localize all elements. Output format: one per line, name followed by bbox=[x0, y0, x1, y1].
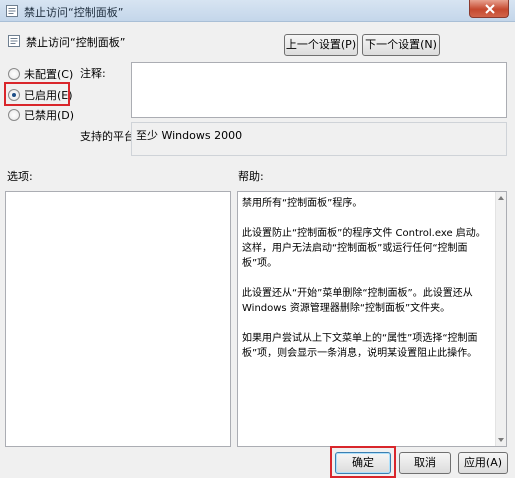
apply-button[interactable]: 应用(A) bbox=[458, 452, 508, 474]
cancel-button[interactable]: 取消 bbox=[399, 452, 451, 474]
help-paragraph: 禁用所有“控制面板”程序。 bbox=[242, 198, 363, 209]
close-icon bbox=[485, 4, 495, 14]
disabled-label: 已禁用(D) bbox=[24, 109, 75, 122]
policy-setting-icon bbox=[6, 5, 18, 17]
scroll-down-arrow-icon[interactable] bbox=[498, 438, 504, 442]
help-paragraph: 如果用户尝试从上下文菜单上的“属性”项选择“控制面板”项，则会显示一条消息，说明… bbox=[242, 333, 478, 359]
not-configured-radio[interactable]: 未配置(C) bbox=[8, 67, 73, 81]
radio-indicator bbox=[8, 68, 20, 80]
scroll-up-arrow-icon[interactable] bbox=[498, 196, 504, 200]
window-title: 禁止访问“控制面板” bbox=[24, 6, 124, 19]
ok-highlight-box bbox=[330, 446, 396, 478]
not-configured-label: 未配置(C) bbox=[24, 68, 74, 81]
supported-platform-field: 至少 Windows 2000 bbox=[131, 122, 507, 156]
setting-title: 禁止访问“控制面板” bbox=[26, 36, 126, 49]
dialog-body: 禁止访问“控制面板” 上一个设置(P) 下一个设置(N) 未配置(C) 已启用(… bbox=[0, 22, 515, 478]
help-label: 帮助: bbox=[238, 170, 264, 183]
radio-indicator bbox=[8, 109, 20, 121]
help-text: 禁用所有“控制面板”程序。 此设置防止“控制面板”的程序文件 Control.e… bbox=[242, 196, 494, 376]
enabled-highlight-box bbox=[4, 82, 70, 106]
help-panel[interactable]: 禁用所有“控制面板”程序。 此设置防止“控制面板”的程序文件 Control.e… bbox=[237, 191, 507, 447]
comment-textarea[interactable] bbox=[131, 62, 507, 118]
help-scrollbar[interactable] bbox=[495, 192, 506, 446]
disabled-radio[interactable]: 已禁用(D) bbox=[8, 108, 74, 122]
supported-platform-value: 至少 Windows 2000 bbox=[136, 129, 243, 142]
help-paragraph: 此设置防止“控制面板”的程序文件 Control.exe 启动。这样，用户无法启… bbox=[242, 228, 486, 269]
help-paragraph: 此设置还从“开始”菜单删除“控制面板”。此设置还从 Windows 资源管理器删… bbox=[242, 288, 473, 314]
supported-platform-label: 支持的平台: bbox=[80, 130, 139, 143]
options-label: 选项: bbox=[7, 170, 33, 183]
previous-setting-button[interactable]: 上一个设置(P) bbox=[284, 34, 358, 56]
title-bar[interactable]: 禁止访问“控制面板” bbox=[0, 0, 515, 22]
close-button[interactable] bbox=[469, 0, 509, 18]
next-setting-button[interactable]: 下一个设置(N) bbox=[362, 34, 440, 56]
options-panel[interactable] bbox=[5, 191, 231, 447]
policy-setting-icon bbox=[8, 35, 20, 47]
comment-label: 注释: bbox=[80, 67, 106, 80]
